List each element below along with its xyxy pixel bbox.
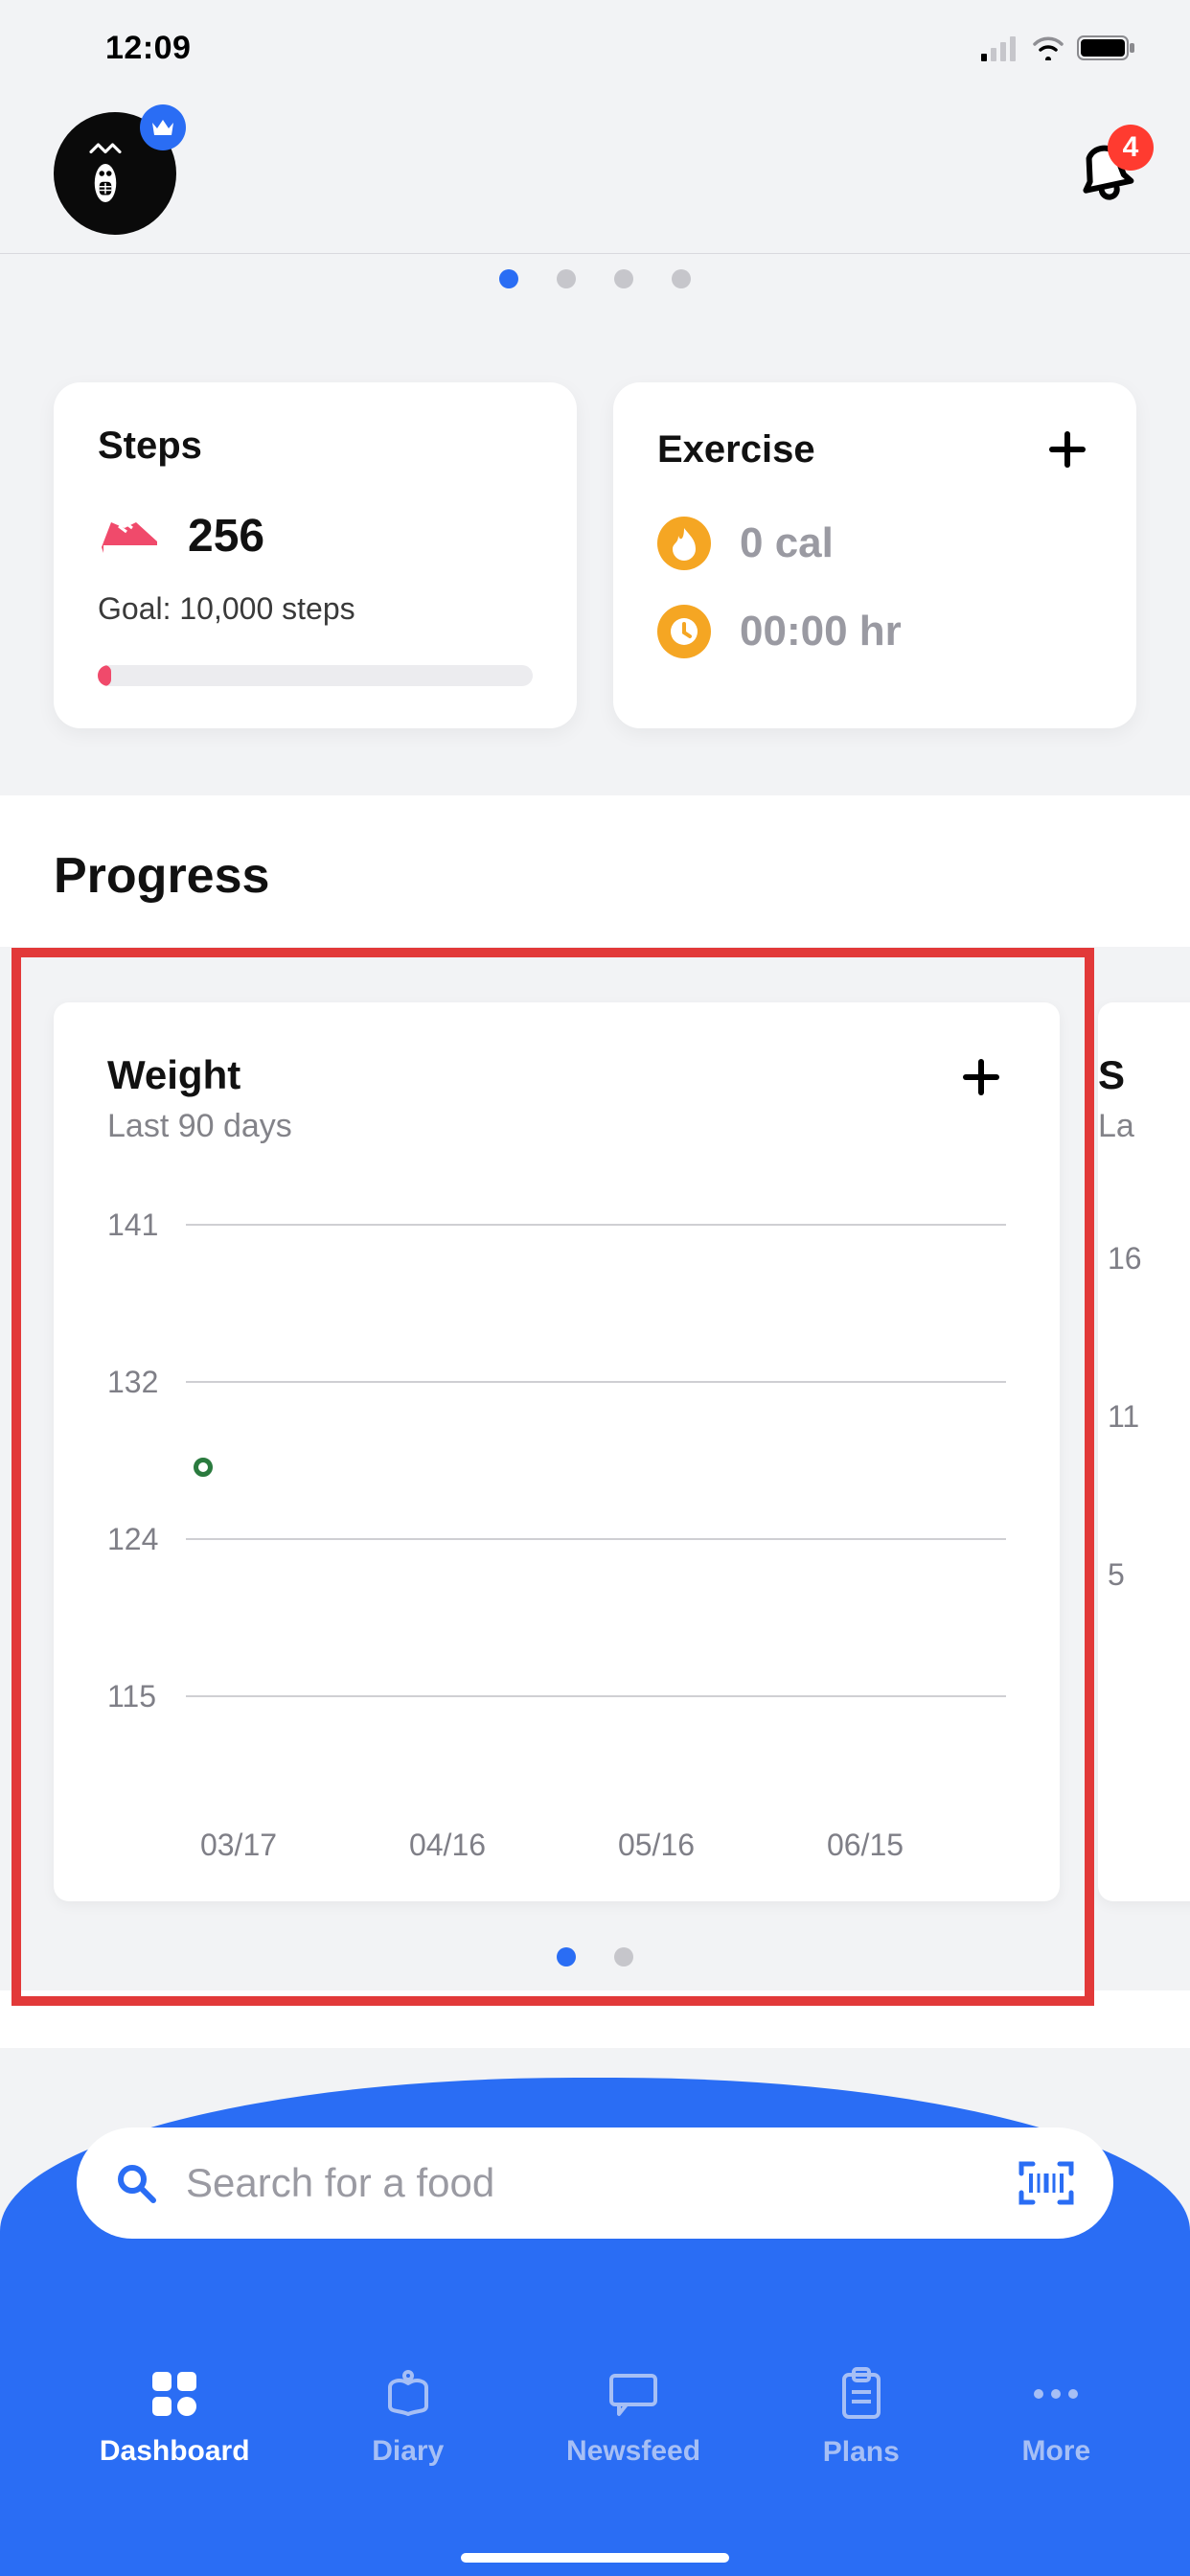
add-weight-button[interactable]	[956, 1052, 1006, 1102]
exercise-calories: 0 cal	[740, 519, 834, 567]
add-exercise-button[interactable]	[1042, 425, 1092, 474]
nav-label: Diary	[372, 2435, 444, 2468]
barcode-scan-icon[interactable]	[1018, 2160, 1075, 2206]
newsfeed-icon	[606, 2368, 661, 2420]
flame-icon	[657, 517, 711, 570]
weight-card-title: Weight	[107, 1052, 292, 1098]
bottom-nav: Dashboard Diary Newsfeed	[0, 2327, 1190, 2547]
steps-goal-text: Goal: 10,000 steps	[98, 591, 533, 627]
nav-plans[interactable]: Plans	[823, 2367, 900, 2469]
dot-4[interactable]	[672, 269, 691, 288]
progress-dot-2[interactable]	[614, 1947, 633, 1966]
diary-icon	[382, 2368, 434, 2420]
home-indicator[interactable]	[461, 2553, 729, 2563]
profile-avatar[interactable]	[54, 112, 178, 237]
progress-carousel-dots[interactable]	[0, 1928, 1190, 1990]
premium-badge-icon	[140, 104, 186, 150]
y-tick: 124	[107, 1522, 186, 1557]
dot-1[interactable]	[499, 269, 518, 288]
nav-label: More	[1021, 2435, 1090, 2468]
nav-label: Plans	[823, 2436, 900, 2469]
y-tick: 115	[107, 1679, 186, 1714]
exercise-duration: 00:00 hr	[740, 608, 902, 656]
progress-carousel[interactable]: Weight Last 90 days 141 132	[0, 947, 1190, 1990]
weight-chart: 141 132 124 115 03/17 04/16 05/16 06/15	[107, 1199, 1006, 1863]
progress-section-title: Progress	[0, 847, 1190, 947]
more-icon	[1029, 2368, 1083, 2420]
nav-dashboard[interactable]: Dashboard	[100, 2368, 250, 2468]
battery-icon	[1077, 34, 1136, 61]
notification-count-badge: 4	[1108, 125, 1154, 171]
top-carousel-dots[interactable]	[0, 254, 1190, 308]
steps-progress-fill	[98, 665, 111, 686]
peek-y-tick: 16	[1108, 1241, 1142, 1276]
app-header: 4	[0, 96, 1190, 254]
weight-progress-card[interactable]: Weight Last 90 days 141 132	[54, 1002, 1060, 1901]
dot-3[interactable]	[614, 269, 633, 288]
nav-newsfeed[interactable]: Newsfeed	[566, 2368, 700, 2468]
y-tick: 141	[107, 1208, 186, 1243]
plus-icon	[962, 1058, 1000, 1096]
nav-diary[interactable]: Diary	[372, 2368, 444, 2468]
plans-icon	[838, 2367, 884, 2421]
x-tick: 03/17	[186, 1828, 291, 1863]
nav-label: Dashboard	[100, 2435, 250, 2468]
cell-signal-icon	[981, 34, 1019, 61]
search-placeholder: Search for a food	[186, 2160, 1018, 2206]
peek-subtitle: La	[1098, 1108, 1190, 1145]
steps-progress-bar	[98, 665, 533, 686]
notifications-button[interactable]: 4	[1075, 142, 1136, 208]
plus-icon	[1048, 430, 1087, 469]
steps-card-title: Steps	[98, 425, 533, 468]
x-tick: 06/15	[812, 1828, 918, 1863]
shoe-icon	[98, 513, 163, 561]
x-tick: 04/16	[395, 1828, 500, 1863]
steps-count: 256	[188, 510, 264, 563]
steps-card[interactable]: Steps 256 Goal: 10,000 steps	[54, 382, 577, 728]
dashboard-icon	[149, 2368, 200, 2420]
dot-2[interactable]	[557, 269, 576, 288]
summary-cards-row: Steps 256 Goal: 10,000 steps Exercise	[0, 308, 1190, 795]
exercise-card[interactable]: Exercise 0 cal	[613, 382, 1136, 728]
x-tick: 05/16	[604, 1828, 709, 1863]
next-progress-card-peek[interactable]: S La 16 11 5	[1098, 1002, 1190, 1901]
peek-y-tick: 5	[1108, 1557, 1125, 1593]
status-time: 12:09	[105, 30, 191, 67]
weight-card-subtitle: Last 90 days	[107, 1108, 292, 1145]
progress-dot-1[interactable]	[557, 1947, 576, 1966]
status-bar: 12:09	[0, 0, 1190, 96]
food-search-bar[interactable]: Search for a food	[77, 2128, 1113, 2239]
clock-icon	[657, 605, 711, 658]
nav-more[interactable]: More	[1021, 2368, 1090, 2468]
peek-title: S	[1098, 1052, 1190, 1098]
exercise-card-title: Exercise	[657, 428, 815, 472]
peek-y-tick: 11	[1108, 1399, 1139, 1435]
y-tick: 132	[107, 1365, 186, 1400]
wifi-icon	[1031, 35, 1065, 60]
status-icons	[981, 34, 1136, 61]
bottom-area: Search for a food	[0, 2078, 1190, 2576]
weight-data-point	[194, 1458, 213, 1477]
search-icon	[115, 2162, 157, 2204]
progress-section: Progress Weight Last 90 days	[0, 795, 1190, 2048]
nav-label: Newsfeed	[566, 2435, 700, 2468]
